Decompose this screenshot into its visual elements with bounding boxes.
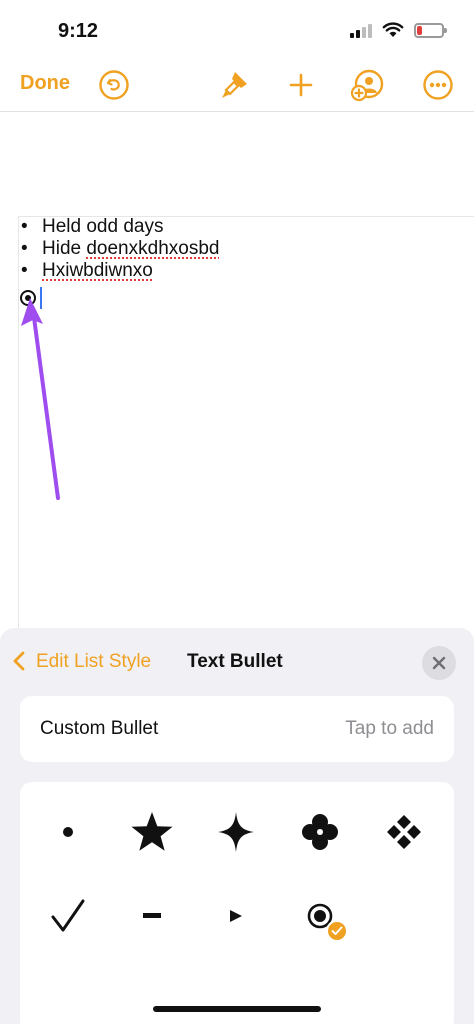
clover-icon bbox=[301, 813, 339, 851]
cellular-signal-icon bbox=[350, 22, 372, 38]
bullet-diamond-cluster-option[interactable] bbox=[374, 802, 434, 862]
list-item[interactable]: • Hxiwbdiwnxo bbox=[18, 260, 219, 282]
back-button[interactable]: Edit List Style bbox=[36, 651, 151, 673]
home-indicator[interactable] bbox=[153, 1006, 321, 1012]
custom-bullet-hint: Tap to add bbox=[345, 718, 434, 740]
bullet-triangle-option[interactable] bbox=[206, 886, 266, 946]
list-item[interactable]: • Held odd days bbox=[18, 216, 219, 238]
plus-icon[interactable] bbox=[284, 68, 318, 102]
done-button[interactable]: Done bbox=[20, 72, 70, 95]
sparkle-icon bbox=[218, 812, 254, 852]
status-time: 9:12 bbox=[58, 20, 98, 43]
dot-icon bbox=[62, 826, 74, 838]
close-button[interactable] bbox=[422, 646, 456, 680]
bullet-checkmark-option[interactable] bbox=[38, 886, 98, 946]
wifi-icon bbox=[382, 22, 404, 38]
checkmark-icon bbox=[50, 898, 86, 934]
star-icon bbox=[130, 811, 174, 853]
bullet-dash-option[interactable] bbox=[122, 886, 182, 946]
bulleted-list[interactable]: • Held odd days • Hide doenxkdhxosbd • Hxiw… bbox=[18, 216, 219, 282]
bullet-dot-option[interactable] bbox=[38, 802, 98, 862]
collaborate-icon[interactable] bbox=[350, 68, 384, 102]
selected-checkmark-icon bbox=[326, 920, 348, 942]
bullet-circled-dot-option[interactable] bbox=[290, 886, 350, 946]
bullet-star-option[interactable] bbox=[122, 802, 182, 862]
bullet-sparkle-option[interactable] bbox=[206, 802, 266, 862]
sheet-header: Edit List Style Text Bullet bbox=[0, 628, 474, 694]
diamond-cluster-icon bbox=[386, 814, 422, 850]
list-style-sheet: Edit List Style Text Bullet Custom Bulle… bbox=[0, 628, 474, 1024]
misspelled-word[interactable]: Hxiwbdiwnxo bbox=[42, 260, 153, 281]
annotation-arrow bbox=[0, 280, 80, 510]
dash-icon bbox=[143, 913, 161, 919]
status-bar: 9:12 bbox=[0, 0, 474, 60]
custom-bullet-row[interactable]: Custom Bullet Tap to add bbox=[20, 696, 454, 762]
undo-icon[interactable] bbox=[97, 68, 131, 102]
list-item[interactable]: • Hide doenxkdhxosbd bbox=[18, 238, 219, 260]
misspelled-word[interactable]: doenxkdhxosbd bbox=[86, 238, 219, 259]
triangle-icon bbox=[229, 909, 243, 923]
paintbrush-icon[interactable] bbox=[218, 68, 252, 102]
chevron-left-icon[interactable] bbox=[12, 650, 26, 672]
bullet-clover-option[interactable] bbox=[290, 802, 350, 862]
close-icon bbox=[432, 656, 446, 670]
bullet-grid bbox=[20, 782, 454, 1024]
more-icon[interactable] bbox=[421, 68, 455, 102]
sheet-title: Text Bullet bbox=[187, 651, 283, 673]
custom-bullet-label: Custom Bullet bbox=[40, 718, 158, 740]
status-icons bbox=[350, 22, 444, 38]
toolbar: Done bbox=[0, 60, 474, 112]
battery-icon bbox=[414, 23, 444, 38]
